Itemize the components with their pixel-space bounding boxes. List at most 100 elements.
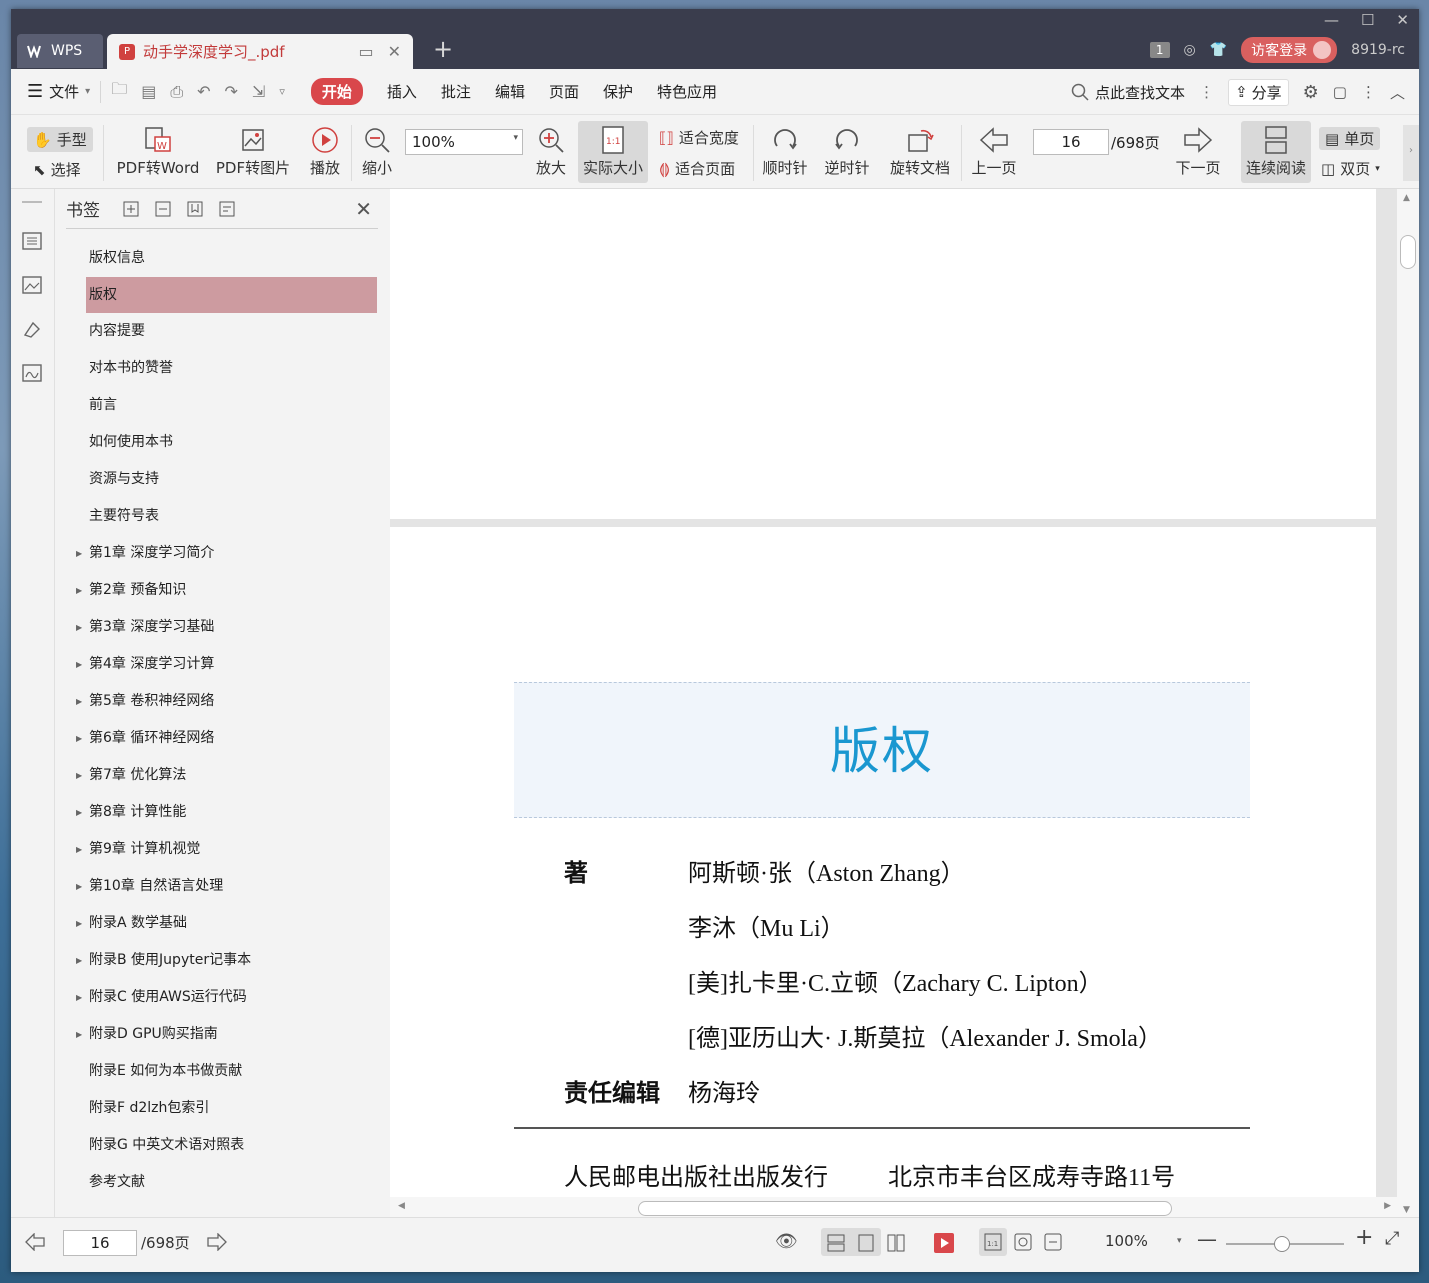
signature-icon[interactable]: [21, 363, 43, 383]
tab-features[interactable]: 特色应用: [657, 81, 717, 102]
vertical-scrollbar[interactable]: ▲ ▼: [1397, 189, 1419, 1219]
document-tab[interactable]: P 动手学深度学习_.pdf ▭ ✕: [107, 34, 413, 69]
hand-tool-button[interactable]: ✋ 手型: [27, 127, 93, 152]
zoom-plus-icon[interactable]: +: [1355, 1225, 1373, 1250]
continuous-view-icon[interactable]: [826, 1233, 846, 1253]
pdf-to-image-button[interactable]: PDF转图片: [213, 123, 293, 178]
close-window-icon[interactable]: ✕: [1396, 11, 1409, 29]
bookmark-item[interactable]: ▶ 第10章 自然语言处理: [66, 868, 378, 905]
scroll-left-icon[interactable]: ◀: [398, 1201, 405, 1211]
bookmark-item[interactable]: ▶ 第8章 计算性能: [66, 794, 378, 831]
bookmark-item[interactable]: 对本书的赞誉: [66, 350, 378, 387]
bookmark-item[interactable]: ▶ 第2章 预备知识: [66, 572, 378, 609]
status-actual-size-icon[interactable]: 1:1: [983, 1232, 1003, 1252]
tab-page[interactable]: 页面: [549, 81, 579, 102]
single-page-button[interactable]: ▤ 单页: [1319, 127, 1381, 150]
expand-arrow-icon[interactable]: ▶: [76, 979, 82, 1016]
vertical-scroll-thumb[interactable]: [1400, 235, 1416, 269]
expand-arrow-icon[interactable]: ▶: [76, 831, 82, 868]
expand-arrow-icon[interactable]: ▶: [76, 720, 82, 757]
status-fit-page-icon[interactable]: [1013, 1232, 1033, 1252]
expand-arrow-icon[interactable]: ▶: [76, 794, 82, 831]
sync-icon[interactable]: ◎: [1184, 42, 1196, 58]
share-button[interactable]: ⇪ 分享: [1228, 78, 1289, 106]
bookmark-item[interactable]: 版权信息: [66, 240, 378, 277]
bookmark-item[interactable]: ▶ 第6章 循环神经网络: [66, 720, 378, 757]
bookmark-item[interactable]: 参考文献: [66, 1164, 378, 1201]
expand-arrow-icon[interactable]: ▶: [76, 535, 82, 572]
collapse-all-icon[interactable]: [154, 200, 172, 218]
status-page-input[interactable]: 16: [63, 1230, 137, 1256]
expand-arrow-icon[interactable]: ▶: [76, 1016, 82, 1053]
add-bookmark-icon[interactable]: [186, 200, 204, 218]
status-next-page-icon[interactable]: [207, 1233, 227, 1251]
rotate-counterclockwise-button[interactable]: 逆时针: [823, 123, 871, 178]
tab-insert[interactable]: 插入: [387, 81, 417, 102]
maximize-icon[interactable]: ☐: [1361, 11, 1374, 29]
bookmark-item[interactable]: 附录F d2lzh包索引: [66, 1090, 378, 1127]
eye-protection-icon[interactable]: 👁: [775, 1231, 798, 1252]
fit-page-button[interactable]: ⟬⟭ 适合页面: [659, 158, 735, 179]
zoom-slider-handle[interactable]: [1274, 1236, 1290, 1252]
more-dropdown-icon[interactable]: ▿: [279, 85, 285, 98]
bookmark-item[interactable]: 附录E 如何为本书做贡献: [66, 1053, 378, 1090]
select-tool-button[interactable]: ⬉ 选择: [33, 159, 81, 180]
bookmark-item[interactable]: 附录G 中英文术语对照表: [66, 1127, 378, 1164]
bookmark-item[interactable]: ▶ 第4章 深度学习计算: [66, 646, 378, 683]
new-tab-button[interactable]: +: [433, 37, 453, 61]
bookmark-item[interactable]: 主要符号表: [66, 498, 378, 535]
chevron-down-icon[interactable]: ▾: [1177, 1236, 1182, 1246]
tab-protect[interactable]: 保护: [603, 81, 633, 102]
tab-edit[interactable]: 编辑: [495, 81, 525, 102]
bookmark-item[interactable]: ▶ 第7章 优化算法: [66, 757, 378, 794]
thumbnail-icon[interactable]: [21, 275, 43, 295]
horizontal-scrollbar[interactable]: ◀ ▶: [390, 1197, 1397, 1219]
bookmark-item[interactable]: ▶ 附录D GPU购买指南: [66, 1016, 378, 1053]
zoom-in-button[interactable]: 放大: [533, 123, 569, 178]
bookmark-item[interactable]: ▶ 附录A 数学基础: [66, 905, 378, 942]
file-menu[interactable]: ☰ 文件 ▾: [27, 81, 90, 102]
continuous-reading-button[interactable]: 连续阅读: [1241, 121, 1311, 183]
zoom-minus-icon[interactable]: —: [1197, 1227, 1217, 1251]
close-tab-icon[interactable]: ✕: [388, 42, 401, 61]
rotate-document-button[interactable]: 旋转文档: [887, 123, 953, 178]
fullscreen-icon[interactable]: ⤢: [1385, 1228, 1399, 1249]
zoom-select[interactable]: 100% ▾: [405, 129, 523, 155]
scroll-right-icon[interactable]: ▶: [1384, 1201, 1391, 1211]
page-number-input[interactable]: 16: [1033, 129, 1109, 155]
zoom-out-button[interactable]: 缩小: [359, 123, 395, 178]
comment-icon[interactable]: ▢: [1333, 83, 1347, 101]
tab-start[interactable]: 开始: [310, 78, 363, 105]
horizontal-scroll-thumb[interactable]: [638, 1201, 1172, 1216]
bookmark-item[interactable]: 前言: [66, 387, 378, 424]
screen-icon[interactable]: ▭: [358, 42, 373, 61]
bookmark-item[interactable]: ▶ 第3章 深度学习基础: [66, 609, 378, 646]
zoom-slider[interactable]: [1226, 1236, 1344, 1252]
prev-page-button[interactable]: 上一页: [969, 123, 1019, 178]
close-panel-icon[interactable]: ✕: [355, 197, 372, 221]
scroll-down-icon[interactable]: ▼: [1403, 1205, 1410, 1215]
expand-arrow-icon[interactable]: ▶: [76, 905, 82, 942]
bookmark-item[interactable]: 资源与支持: [66, 461, 378, 498]
next-page-button[interactable]: 下一页: [1173, 123, 1223, 178]
more-vertical-icon[interactable]: ⋮: [1199, 83, 1214, 101]
bookmark-item[interactable]: 如何使用本书: [66, 424, 378, 461]
collapse-ribbon-icon[interactable]: ︿: [1390, 82, 1405, 103]
actual-size-button[interactable]: 1:1 实际大小: [578, 121, 648, 183]
status-prev-page-icon[interactable]: [25, 1233, 45, 1251]
toolbar-scroll-right[interactable]: ›: [1403, 125, 1419, 181]
bookmark-item[interactable]: ▶ 第1章 深度学习简介: [66, 535, 378, 572]
expand-arrow-icon[interactable]: ▶: [76, 868, 82, 905]
tab-annotate[interactable]: 批注: [441, 81, 471, 102]
status-zoom-value[interactable]: 100%: [1105, 1232, 1148, 1250]
guest-login-button[interactable]: 访客登录: [1241, 37, 1338, 63]
bookmark-item[interactable]: 版权: [86, 277, 377, 313]
status-fit-width-icon[interactable]: [1043, 1232, 1063, 1252]
window-count-badge[interactable]: 1: [1149, 42, 1170, 58]
document-view[interactable]: 版权 著 阿斯顿·张（Aston Zhang） 李沐（Mu Li） [美]扎卡里…: [390, 189, 1419, 1219]
settings-gear-icon[interactable]: ⚙: [1303, 82, 1319, 103]
bookmark-item[interactable]: ▶ 第5章 卷积神经网络: [66, 683, 378, 720]
minimize-icon[interactable]: —: [1324, 11, 1339, 29]
expand-arrow-icon[interactable]: ▶: [76, 683, 82, 720]
expand-all-icon[interactable]: [122, 200, 140, 218]
